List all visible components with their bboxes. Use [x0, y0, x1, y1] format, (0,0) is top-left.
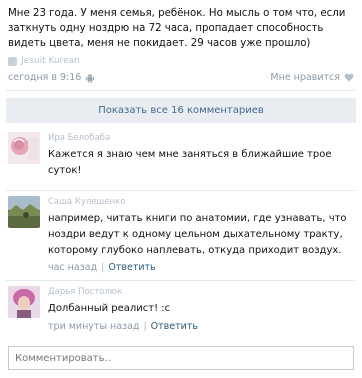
comment-time[interactable]: час назад [48, 262, 97, 273]
reply-button[interactable]: Ответить [108, 262, 155, 273]
like-label: Мне нравится [270, 72, 340, 83]
avatar [8, 56, 17, 66]
comment-item: Дарья Постолюк Долбанный реалист! :c три… [8, 286, 354, 338]
comment-author[interactable]: Дарья Постолюк [48, 287, 122, 297]
comment-author[interactable]: Саша Кулешенко [48, 197, 125, 207]
post-meta: сегодня в 9:16 Мне нравится [8, 72, 354, 83]
avatar[interactable] [8, 286, 40, 318]
post-author[interactable]: Jesuit Kurean [8, 56, 80, 66]
like-button[interactable]: Мне нравится [270, 72, 354, 83]
comment-text: например, читать книги по анатомии, где … [48, 213, 347, 256]
comment-input[interactable] [8, 346, 354, 370]
comment-footer: три минуты назад | Ответить [48, 321, 198, 332]
comment-footer: час назад | Ответить [48, 262, 156, 273]
avatar[interactable] [8, 132, 40, 164]
comment-time[interactable]: три минуты назад [48, 321, 139, 332]
post-text: Мне 23 года. У меня семья, ребёнок. Но м… [8, 8, 346, 49]
separator: | [143, 321, 147, 332]
comment-item: Саша Кулешенко например, читать книги по… [8, 196, 354, 276]
reply-button[interactable]: Ответить [151, 321, 198, 332]
android-icon [86, 73, 95, 83]
wall-post: Мне 23 года. У меня семья, ребёнок. Но м… [0, 0, 362, 378]
comment-author[interactable]: Ира Белобаба [48, 133, 110, 143]
divider [6, 190, 356, 191]
heart-icon [344, 73, 354, 82]
divider [6, 90, 356, 91]
comment-text: Долбанный реалист! :c [48, 303, 171, 314]
comment-item: Ира Белобаба Кажется я знаю чем мне заня… [8, 132, 354, 186]
comment-text: Кажется я знаю чем мне заняться в ближай… [48, 149, 332, 176]
avatar[interactable] [8, 196, 40, 228]
divider [6, 280, 356, 281]
post-time[interactable]: сегодня в 9:16 [8, 72, 81, 83]
show-all-comments-button[interactable]: Показать все 16 комментариев [6, 98, 356, 123]
post-author-name: Jesuit Kurean [21, 56, 80, 66]
separator: | [101, 262, 105, 273]
